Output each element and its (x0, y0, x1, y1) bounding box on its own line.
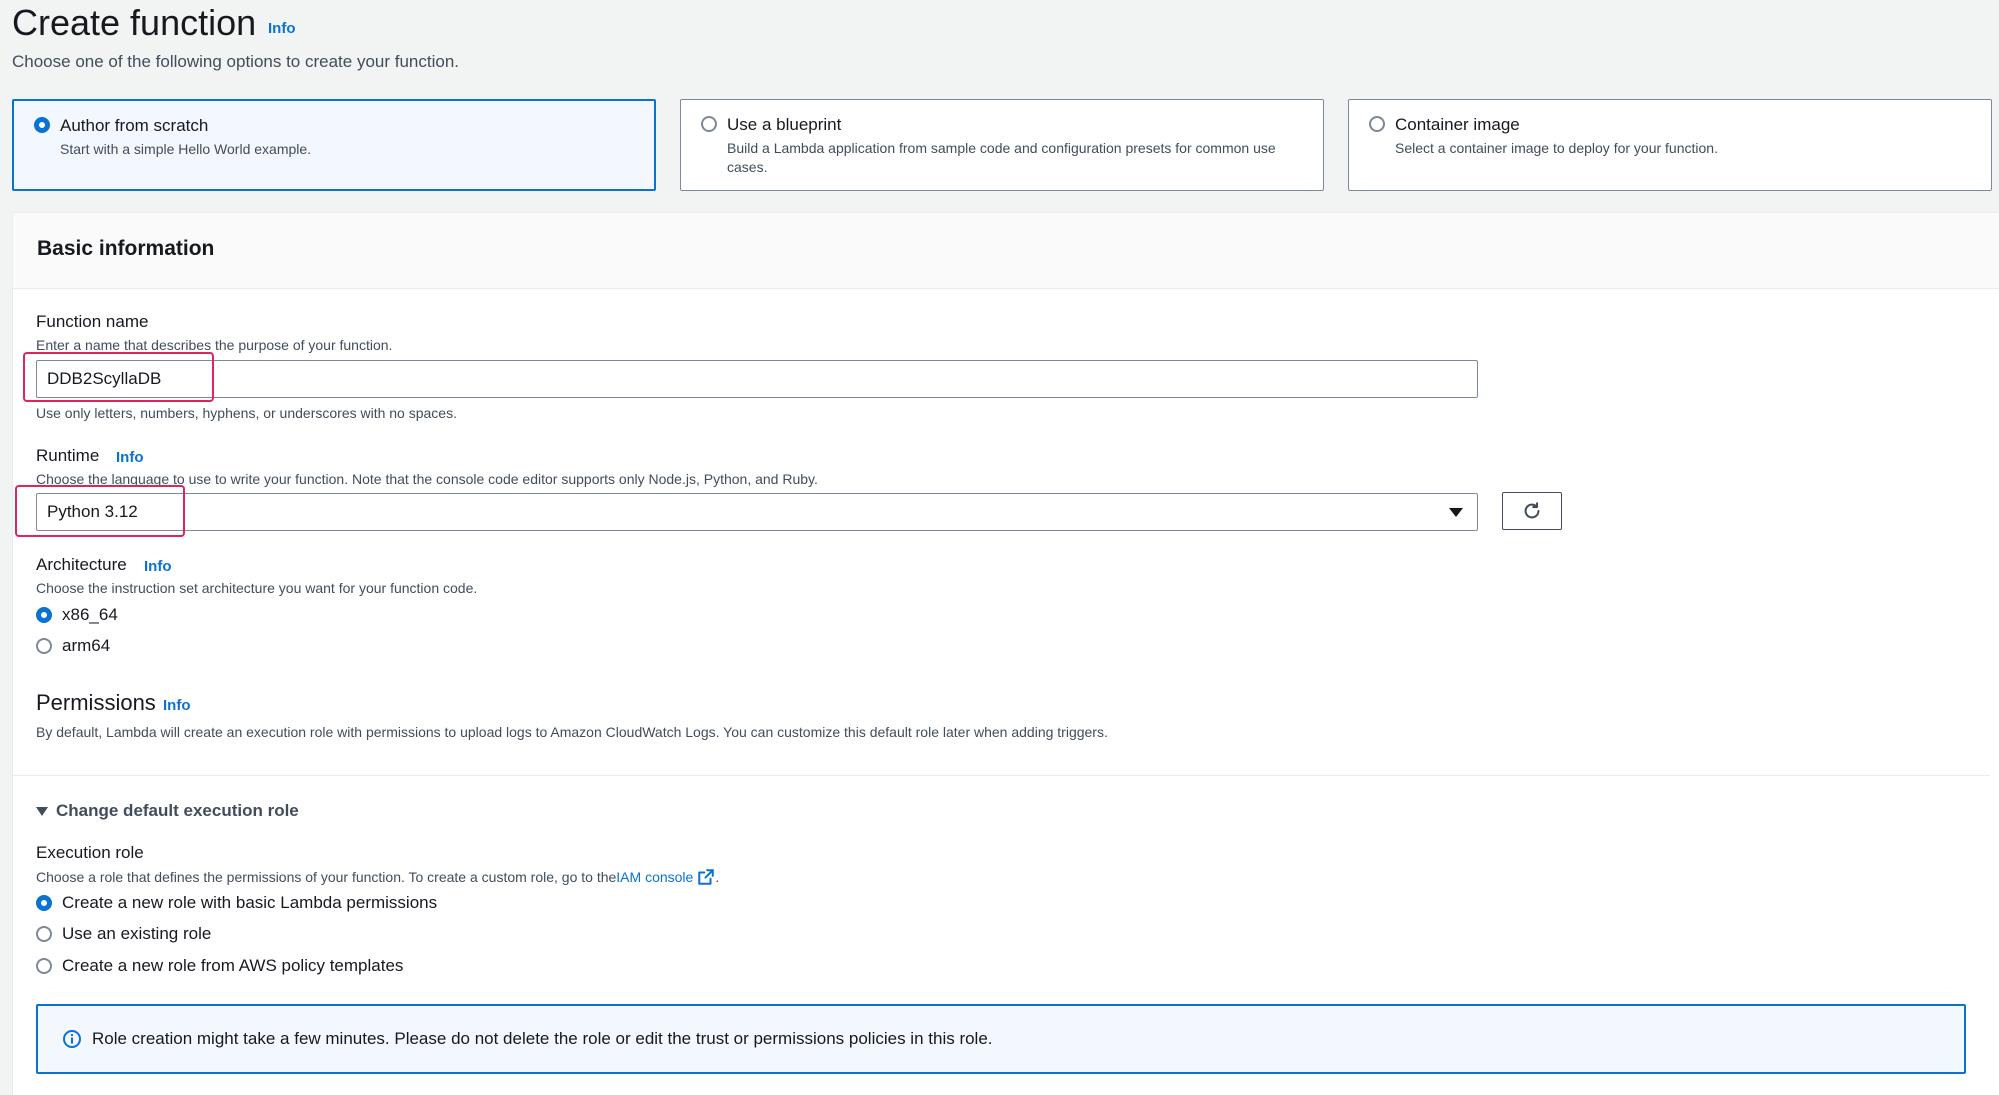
architecture-desc: Choose the instruction set architecture … (36, 580, 478, 596)
alert-text: Role creation might take a few minutes. … (92, 1029, 993, 1048)
caret-down-filled-icon (36, 806, 48, 816)
architecture-option-arm64[interactable]: arm64 (36, 636, 110, 656)
radio-label: Create a new role with basic Lambda perm… (62, 893, 438, 912)
option-author-from-scratch[interactable]: Author from scratch Start with a simple … (12, 99, 656, 191)
runtime-desc: Choose the language to use to write your… (36, 471, 818, 487)
architecture-option-x86[interactable]: x86_64 (36, 605, 118, 625)
execution-role-option-existing[interactable]: Use an existing role (36, 924, 211, 944)
radio-policy-templates-role[interactable] (36, 958, 52, 974)
execution-role-desc: Choose a role that defines the permissio… (36, 868, 719, 886)
info-circle-icon (63, 1030, 81, 1048)
caret-down-icon (1449, 508, 1463, 517)
function-name-desc: Enter a name that describes the purpose … (36, 337, 393, 353)
function-name-constraint: Use only letters, numbers, hyphens, or u… (36, 405, 457, 421)
radio-label: Create a new role from AWS policy templa… (62, 956, 404, 975)
permissions-title: Permissions (36, 690, 156, 715)
option-title: Author from scratch (60, 116, 209, 135)
refresh-icon (1524, 502, 1540, 519)
runtime-select[interactable]: Python 3.12 (36, 493, 1478, 531)
radio-existing-role[interactable] (36, 926, 52, 942)
architecture-label: Architecture (36, 555, 127, 574)
execution-role-desc-text: Choose a role that defines the permissio… (36, 869, 617, 885)
function-name-input[interactable]: DDB2ScyllaDB (36, 360, 1478, 398)
option-desc: Select a container image to deploy for y… (1395, 140, 1718, 156)
option-radio-use-a-blueprint[interactable] (701, 116, 717, 132)
expander-label: Change default execution role (56, 801, 299, 820)
radio-label: arm64 (62, 636, 111, 655)
radio-label: Use an existing role (62, 924, 212, 943)
radio-label: x86_64 (62, 605, 118, 624)
execution-role-label: Execution role (36, 843, 144, 862)
runtime-label: Runtime (36, 446, 100, 465)
option-title: Use a blueprint (727, 115, 842, 134)
radio-x86[interactable] (36, 607, 52, 623)
info-alert: Role creation might take a few minutes. … (36, 1004, 1966, 1074)
radio-new-basic-role[interactable] (36, 895, 52, 911)
title-info-link[interactable]: Info (268, 20, 296, 37)
option-container-image[interactable]: Container image Select a container image… (1348, 99, 1992, 191)
architecture-info-link[interactable]: Info (144, 558, 172, 575)
page-title: Create function (12, 2, 257, 43)
external-link-icon[interactable] (697, 868, 715, 886)
option-title: Container image (1395, 115, 1520, 134)
execution-role-option-new-basic[interactable]: Create a new role with basic Lambda perm… (36, 893, 437, 913)
runtime-info-link[interactable]: Info (116, 449, 144, 466)
option-radio-author-from-scratch[interactable] (34, 117, 50, 133)
runtime-selected-value: Python 3.12 (47, 502, 138, 521)
panel-header: Basic information (13, 213, 1999, 289)
refresh-runtime-button[interactable] (1502, 492, 1562, 530)
option-desc: Build a Lambda application from sample c… (727, 140, 1276, 175)
iam-console-link[interactable]: IAM console (616, 869, 693, 885)
option-radio-container-image[interactable] (1369, 116, 1385, 132)
page-subtitle: Choose one of the following options to c… (12, 52, 460, 71)
execution-role-option-policy-templates[interactable]: Create a new role from AWS policy templa… (36, 956, 403, 976)
section-title: Basic information (37, 237, 215, 260)
radio-arm64[interactable] (36, 638, 52, 654)
divider (12, 775, 1990, 776)
option-use-a-blueprint[interactable]: Use a blueprint Build a Lambda applicati… (680, 99, 1324, 191)
function-name-label: Function name (36, 312, 149, 331)
permissions-desc: By default, Lambda will create an execut… (36, 724, 1108, 740)
permissions-info-link[interactable]: Info (163, 697, 191, 714)
option-desc: Start with a simple Hello World example. (60, 141, 312, 157)
change-execution-role-expander[interactable]: Change default execution role (36, 801, 299, 821)
execution-role-desc-suffix: . (715, 869, 720, 885)
